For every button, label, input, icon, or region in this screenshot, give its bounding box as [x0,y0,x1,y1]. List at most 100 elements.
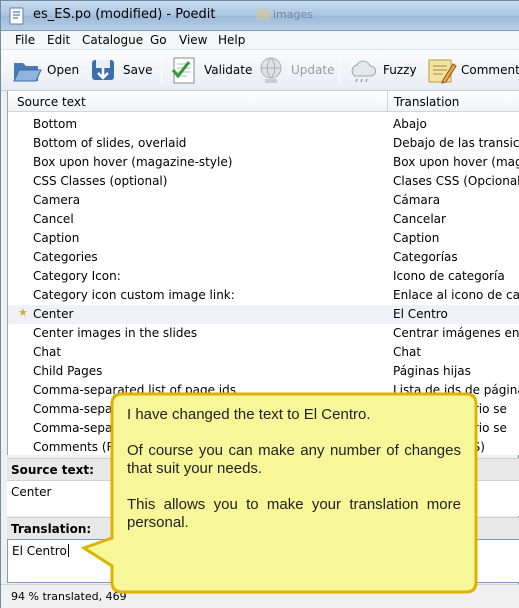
row-source: Camera [33,193,81,207]
list-item[interactable]: Cancel Cancelar [8,210,519,229]
row-source: Child Pages [33,364,103,378]
toolbar-separator [339,56,340,84]
list-item[interactable]: Caption Caption [8,229,519,248]
row-translation: Box upon hover (magazine [393,155,519,169]
row-translation: Debajo de las transiciones [393,136,519,150]
row-translation: Clases CSS (Opcional [393,174,519,188]
column-divider[interactable] [387,91,388,112]
list-item[interactable]: Box upon hover (magazine-style) Box upon … [8,153,519,172]
strings-list[interactable]: Source text Translation Bottom Abajo Bott… [7,91,519,455]
row-source: Category Icon: [33,269,121,283]
poedit-app-icon [9,7,24,25]
list-item[interactable]: Categories Categorías [8,248,519,267]
comment-label: Comment [461,63,519,77]
list-item-selected[interactable]: ★ Center El Centro [8,305,519,324]
list-item[interactable]: Comma-separated list of page ids. Lista d… [8,381,519,400]
translation-progress-status: 94 % translated, 469 [11,590,127,603]
row-source: Bottom of slides, overlaid [33,136,187,150]
fuzzy-cloud-icon [351,60,377,83]
callout-paragraph: This allows you to make your translation… [127,496,461,531]
row-translation: Abajo [393,117,427,131]
row-translation: Cancelar [393,212,446,226]
menu-edit[interactable]: Edit [47,33,70,47]
fuzzy-button[interactable]: Fuzzy [347,53,417,87]
toolbar-separator [161,56,162,84]
menu-go[interactable]: Go [150,33,167,47]
comment-note-icon [428,59,457,84]
source-text-label: Source text: [11,463,94,477]
update-button[interactable]: Update [255,53,334,87]
row-translation: Chat [393,345,422,359]
menu-bar: File Edit Catalogue Go View Help [1,31,519,50]
update-globe-icon [260,57,282,83]
column-header-translation[interactable]: Translation [394,95,459,109]
open-label: Open [47,63,80,77]
update-label: Update [291,63,335,77]
comment-button[interactable]: Comment [425,53,519,87]
background-window-title: images [273,8,313,21]
translation-value: El Centro [12,544,69,558]
status-bar: 94 % translated, 469 [1,584,519,608]
callout-text: I have changed the text to El Centro. Of… [127,406,461,550]
menu-help[interactable]: Help [218,33,245,47]
list-header: Source text Translation [8,91,519,112]
row-source: Categories [33,250,98,264]
callout-paragraph: Of course you can make any number of cha… [127,442,461,477]
row-source: CSS Classes (optional) [33,174,168,188]
translation-text: El Centro [12,544,67,558]
validate-checklist-icon [171,57,195,84]
row-source: Comma-separat [33,421,130,435]
list-item[interactable]: Child Pages Páginas hijas [8,362,519,381]
row-source: Center images in the slides [33,326,198,340]
text-caret [67,544,69,557]
row-source: Category icon custom image link: [33,288,235,302]
fuzzy-label: Fuzzy [383,63,417,77]
menu-file[interactable]: File [15,33,35,47]
row-translation: El Centro [393,307,448,321]
list-item[interactable]: Category Icon: Icono de categoría [8,267,519,286]
row-translation: Centrar imágenes en las [393,326,519,340]
list-rows: Bottom Abajo Bottom of slides, overlaid De… [8,115,519,455]
row-translation: Cámara [393,193,441,207]
title-bar: es_ES.po (modified) - Poedit images [1,1,519,31]
row-source: Comma-separat [33,402,130,416]
modified-star-icon: ★ [18,306,28,319]
row-source: Chat [33,345,62,359]
window-title: es_ES.po (modified) - Poedit [33,7,216,22]
column-header-source[interactable]: Source text [17,95,86,109]
list-item[interactable]: CSS Classes (optional) Clases CSS (Opcion… [8,172,519,191]
row-translation: SS) [465,440,485,454]
row-source: Caption [33,231,80,245]
list-item[interactable]: Category icon custom image link: Enlace a… [8,286,519,305]
folder-icon [256,9,270,20]
open-button[interactable]: Open [11,53,79,87]
translation-label: Translation: [11,522,92,536]
open-folder-icon [13,63,42,82]
row-translation: Lista de ids de página se [393,383,519,397]
list-item[interactable]: Center images in the slides Centrar imáge… [8,324,519,343]
row-source: Bottom [33,117,78,131]
row-source: Box upon hover (magazine-style) [33,155,233,169]
list-item[interactable]: Bottom Abajo [8,115,519,134]
save-icon [92,60,114,80]
row-source: Cancel [33,212,74,226]
list-item[interactable]: Camera Cámara [8,191,519,210]
row-translation: Icono de categoría [393,269,505,283]
row-source: Comma-separated list of page ids. [33,383,240,397]
save-label: Save [123,63,153,77]
source-text-value: Center [11,485,52,499]
row-translation: Caption [393,231,440,245]
validate-button[interactable]: Validate [168,53,252,87]
save-button[interactable]: Save [87,53,152,87]
row-translation: Categorías [393,250,458,264]
menu-view[interactable]: View [179,33,207,47]
toolbar: Open Save Validate Update Fuzzy Comment [1,50,519,91]
list-item[interactable]: Chat Chat [8,343,519,362]
row-translation: Páginas hijas [393,364,471,378]
callout-paragraph: I have changed the text to El Centro. [127,406,371,423]
row-translation: Enlace al icono de categ [393,288,519,302]
list-item[interactable]: Bottom of slides, overlaid Debajo de las … [8,134,519,153]
menu-catalogue[interactable]: Catalogue [82,33,143,47]
row-source: Center [33,307,74,321]
row-source: Comments (RS [33,440,123,454]
